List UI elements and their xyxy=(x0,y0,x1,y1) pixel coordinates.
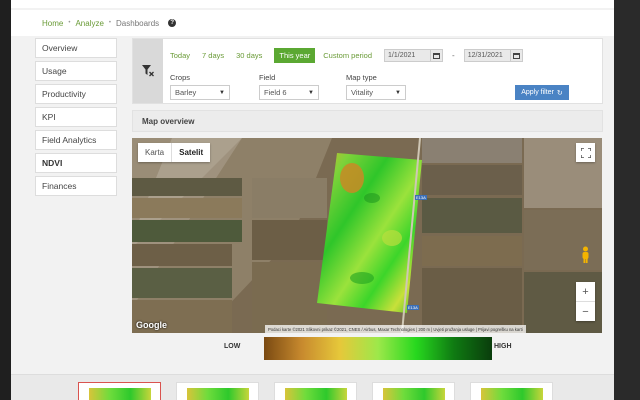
zoom-controls: + − xyxy=(576,282,595,321)
field-filter: Field Field 6 ▼ xyxy=(259,73,319,100)
map-type-karta[interactable]: Karta xyxy=(138,143,171,162)
filter-panel: Today 7 days 30 days This year Custom pe… xyxy=(132,38,603,104)
filter-clear-icon xyxy=(142,65,154,77)
field-select[interactable]: Field 6 ▼ xyxy=(259,85,319,100)
period-selector: Today 7 days 30 days This year Custom pe… xyxy=(170,48,523,63)
breadcrumb-home[interactable]: Home xyxy=(42,19,63,28)
calendar-from-button[interactable] xyxy=(431,49,444,62)
ndvi-legend: LOW HIGH xyxy=(224,337,524,362)
period-custom[interactable]: Custom period xyxy=(323,51,372,60)
thumbnail-item[interactable] xyxy=(470,382,553,400)
map-overview-header: Map overview xyxy=(132,110,603,132)
sidebar-item-overview[interactable]: Overview xyxy=(35,38,117,58)
sidebar-item-field-analytics[interactable]: Field Analytics xyxy=(35,130,117,150)
field-value: Field 6 xyxy=(264,88,287,97)
maptype-value: Vitality xyxy=(351,88,373,97)
legend-gradient-bar xyxy=(264,337,492,360)
road-label: E13A xyxy=(407,305,419,310)
map-type-satelit[interactable]: Satelit xyxy=(171,143,210,162)
legend-high-label: HIGH xyxy=(494,343,512,350)
breadcrumb-separator: • xyxy=(108,20,112,26)
crops-filter: Crops Barley ▼ xyxy=(170,73,230,100)
window-frame-right xyxy=(614,0,640,400)
thumbnail-image xyxy=(481,388,543,400)
sidebar-item-productivity[interactable]: Productivity xyxy=(35,84,117,104)
breadcrumb: Home • Analyze • Dashboards ? xyxy=(11,10,614,36)
refresh-icon: ↻ xyxy=(556,89,563,97)
thumbnail-image xyxy=(383,388,445,400)
zoom-in-button[interactable]: + xyxy=(576,282,595,301)
thumbnail-item[interactable] xyxy=(176,382,259,400)
apply-filter-label: Apply filter xyxy=(521,89,554,96)
period-30-days[interactable]: 30 days xyxy=(236,51,262,60)
map-attribution: Podaci karte ©2021 Slikovni prikaz ©2021… xyxy=(265,325,526,333)
maptype-filter: Map type Vitality ▼ xyxy=(346,73,406,100)
thumbnail-image xyxy=(89,388,151,400)
fullscreen-button[interactable] xyxy=(576,143,595,162)
breadcrumb-separator: • xyxy=(68,20,71,26)
crops-value: Barley xyxy=(175,88,197,97)
filter-toggle[interactable] xyxy=(133,39,163,103)
maptype-label: Map type xyxy=(346,73,377,82)
thumbnail-image xyxy=(187,388,249,400)
date-from-input[interactable]: 1/1/2021 xyxy=(384,49,432,62)
thumbnail-item[interactable] xyxy=(274,382,357,400)
period-7-days[interactable]: 7 days xyxy=(202,51,224,60)
date-to-input[interactable]: 12/31/2021 xyxy=(463,49,511,62)
thumbnail-image xyxy=(285,388,347,400)
help-icon[interactable]: ? xyxy=(168,19,177,27)
satellite-map[interactable]: E13A E13A Karta Satelit + − Google Podac… xyxy=(132,138,602,333)
zoom-out-button[interactable]: − xyxy=(576,302,595,321)
sidebar-item-finances[interactable]: Finances xyxy=(35,176,117,196)
fullscreen-icon xyxy=(580,147,591,158)
date-range-separator: - xyxy=(452,51,455,60)
thumbnail-strip xyxy=(11,374,614,400)
top-bar xyxy=(11,0,614,8)
google-logo: Google xyxy=(136,320,167,330)
window-frame-left xyxy=(0,0,11,400)
maptype-select[interactable]: Vitality ▼ xyxy=(346,85,406,100)
sidebar: Overview Usage Productivity KPI Field An… xyxy=(35,38,117,199)
thumbnail-item[interactable] xyxy=(372,382,455,400)
legend-low-label: LOW xyxy=(224,343,241,350)
period-today[interactable]: Today xyxy=(170,51,190,60)
chevron-down-icon: ▼ xyxy=(395,89,401,96)
calendar-to-button[interactable] xyxy=(510,49,523,62)
period-this-year[interactable]: This year xyxy=(274,48,316,63)
calendar-icon xyxy=(433,53,441,59)
field-label: Field xyxy=(259,73,276,82)
road-label: E13A xyxy=(415,195,427,200)
breadcrumb-analyze[interactable]: Analyze xyxy=(75,19,103,28)
thumbnail-item[interactable] xyxy=(78,382,161,400)
sidebar-item-ndvi[interactable]: NDVI xyxy=(35,153,117,173)
chevron-down-icon: ▼ xyxy=(308,89,314,96)
breadcrumb-dashboards: Dashboards xyxy=(116,18,160,28)
sidebar-item-usage[interactable]: Usage xyxy=(35,61,117,81)
chevron-down-icon: ▼ xyxy=(219,89,225,96)
crops-label: Crops xyxy=(170,73,191,82)
crops-select[interactable]: Barley ▼ xyxy=(170,85,230,100)
sidebar-item-kpi[interactable]: KPI xyxy=(35,107,117,127)
pegman-icon[interactable] xyxy=(579,246,592,263)
map-imagery xyxy=(132,138,602,333)
map-type-toggle: Karta Satelit xyxy=(138,143,211,162)
apply-filter-button[interactable]: Apply filter ↻ xyxy=(515,85,569,100)
dashboard-page: Home • Analyze • Dashboards ? Overview U… xyxy=(11,0,614,400)
calendar-icon xyxy=(512,53,520,59)
